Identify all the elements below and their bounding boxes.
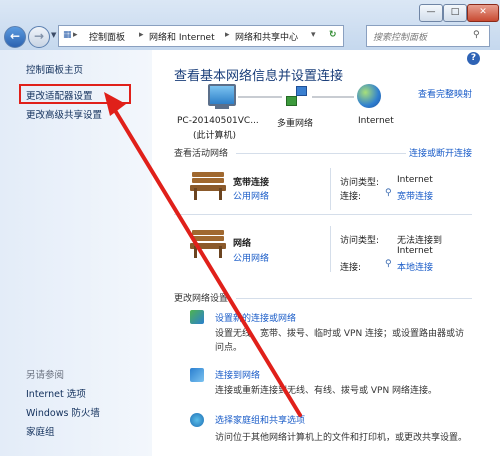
annotation-arrow-shaft <box>114 110 302 417</box>
annotation-arrow <box>104 92 302 417</box>
